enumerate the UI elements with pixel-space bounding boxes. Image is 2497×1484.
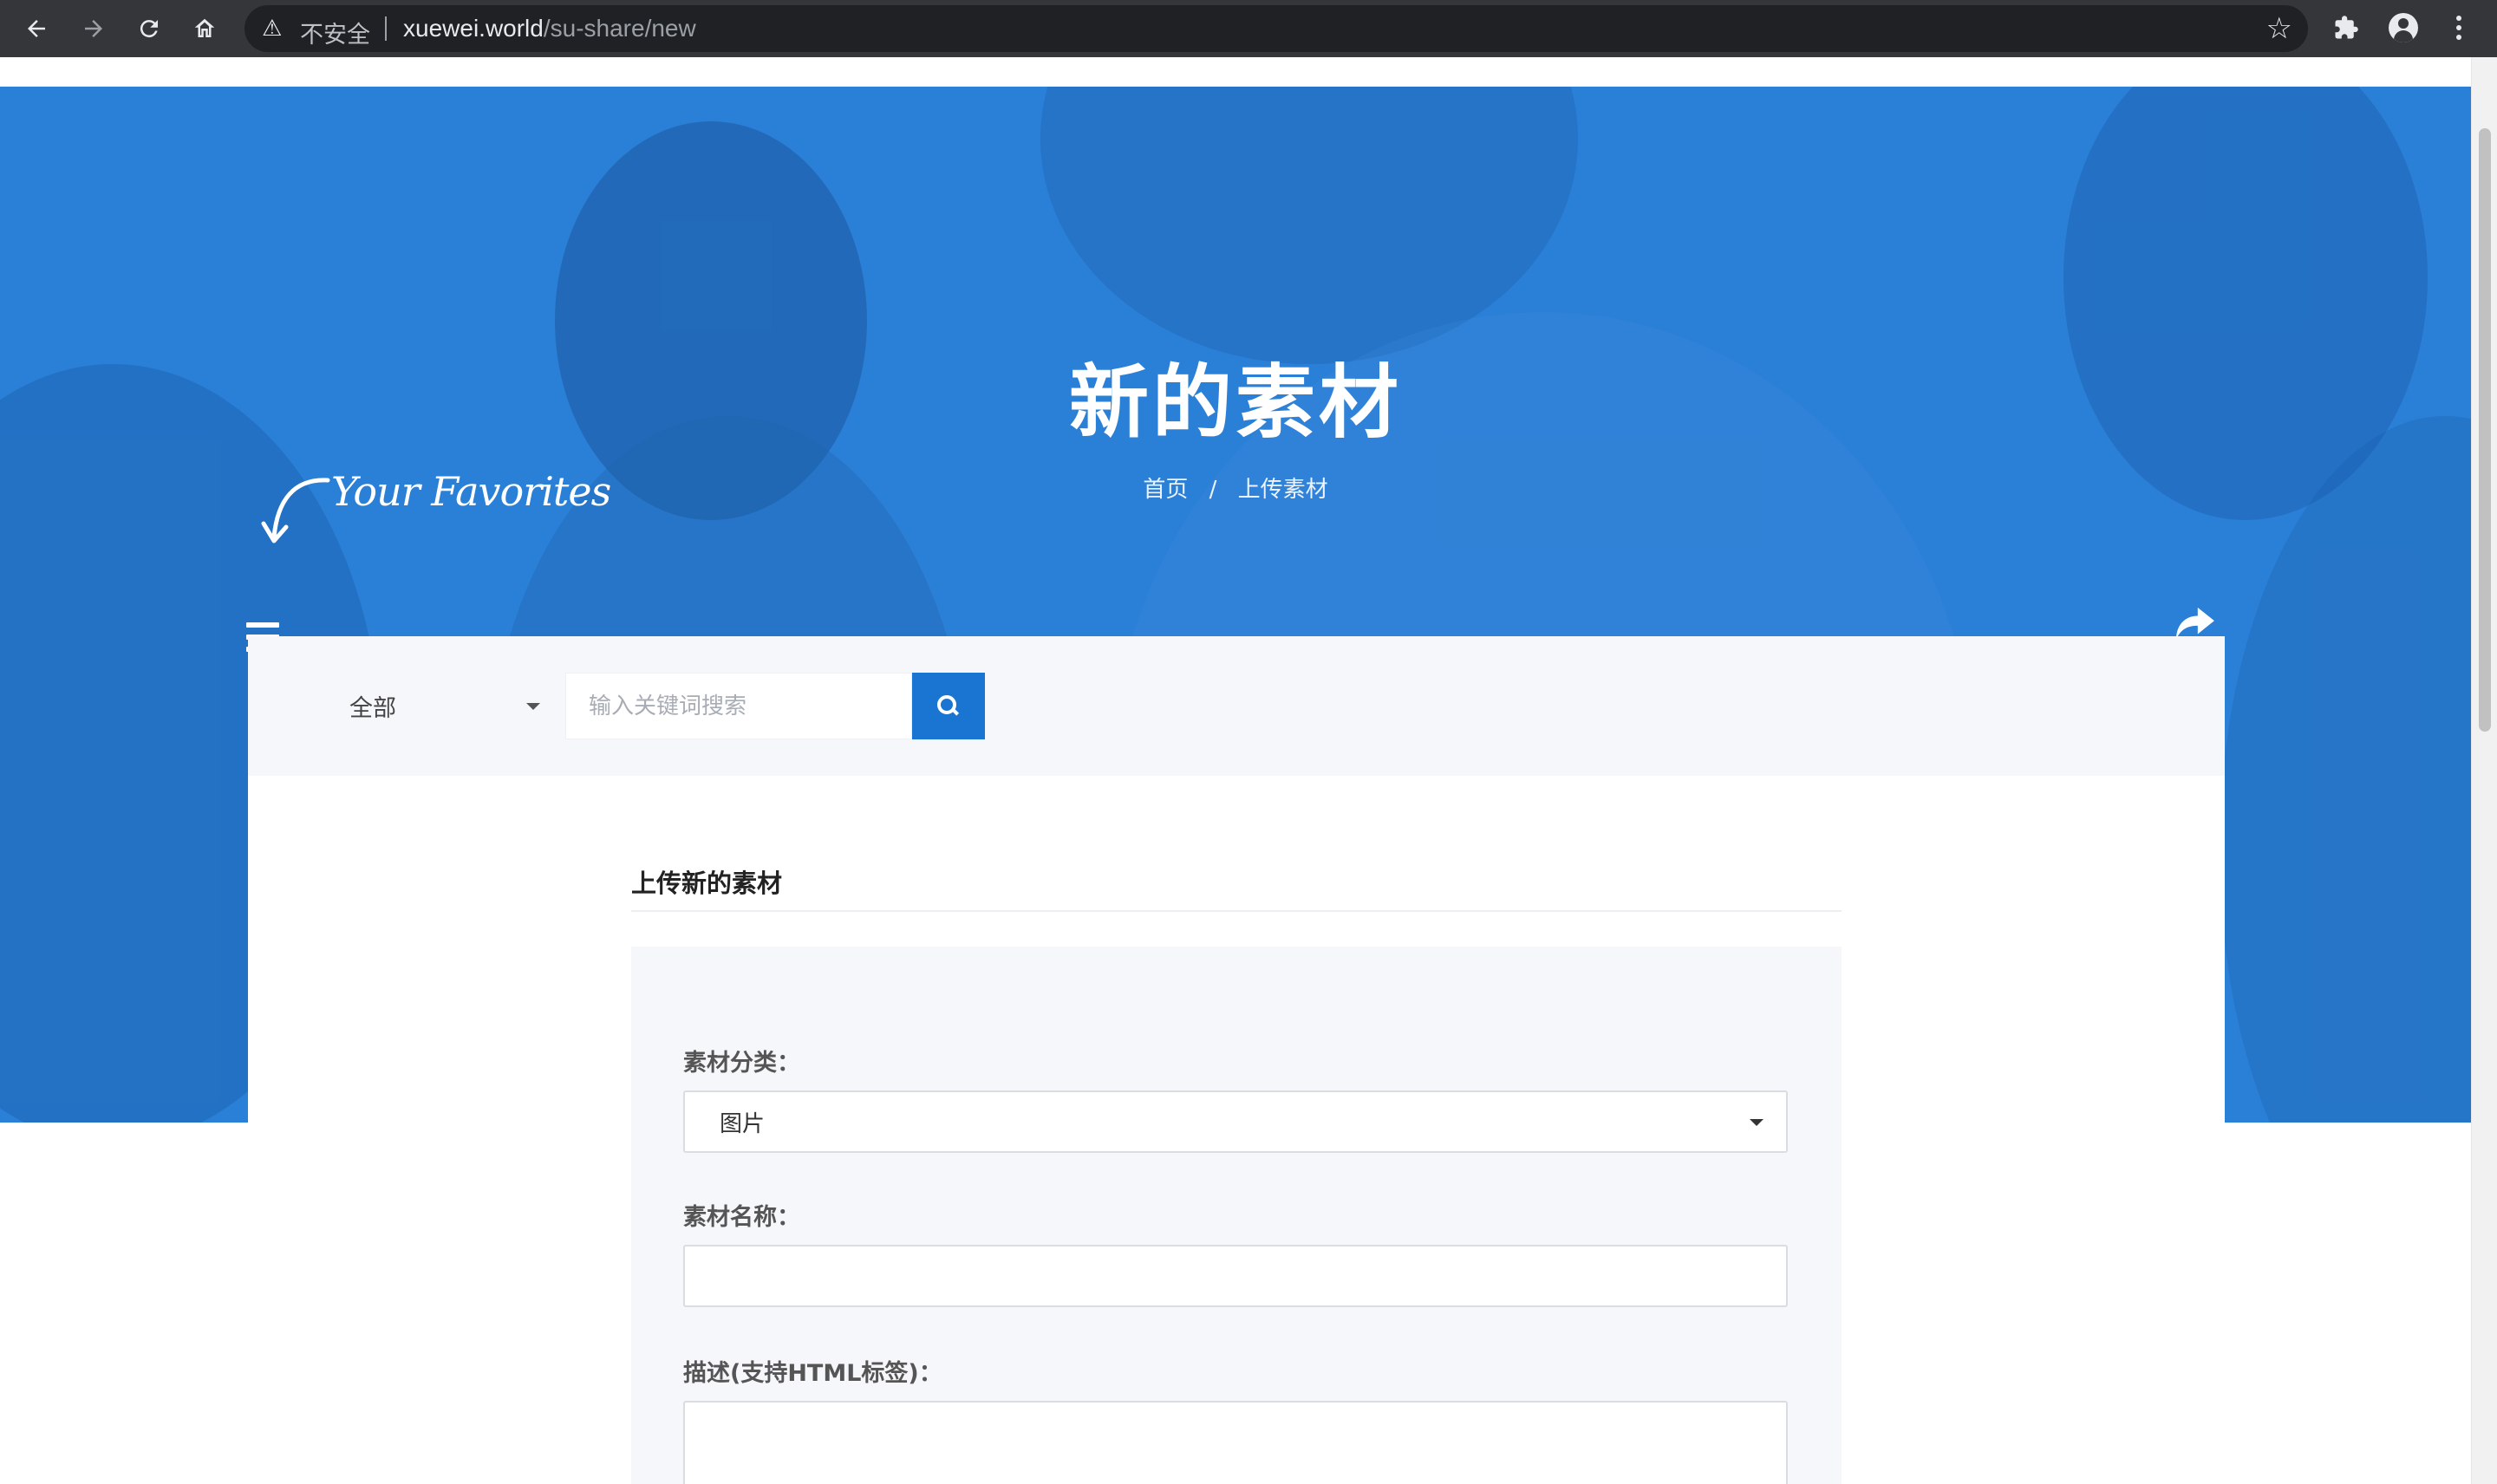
category-label: 素材分类： xyxy=(683,1050,800,1077)
search-bar: 全部 xyxy=(248,636,2225,776)
more-vert-icon[interactable] xyxy=(2442,10,2476,45)
browser-toolbar: ⚠ 不安全 xuewei.world/su-share/new ☆ xyxy=(0,0,2497,57)
profile-avatar-icon[interactable] xyxy=(2386,10,2421,45)
breadcrumb-current: 上传素材 xyxy=(1237,477,1328,503)
content-panel: 全部 上传新的素材 素材分类： 图片 素材名称： 描述(支持HTML标签)： xyxy=(248,636,2225,1484)
upload-form: 素材分类： 图片 素材名称： 描述(支持HTML标签)： xyxy=(631,947,1842,1484)
category-filter-select[interactable]: 全部 xyxy=(349,673,540,739)
security-status-label: 不安全 xyxy=(300,22,370,49)
breadcrumb-home-link[interactable]: 首页 xyxy=(1143,477,1188,503)
category-select-value: 图片 xyxy=(720,1110,766,1137)
search-icon xyxy=(937,694,960,718)
page-title: 新的素材 xyxy=(1068,356,1402,449)
curved-arrow-icon xyxy=(261,478,330,543)
url-host: xuewei.world xyxy=(403,15,544,42)
caret-down-icon xyxy=(526,703,540,710)
search-input[interactable] xyxy=(565,673,912,739)
divider xyxy=(631,910,1842,912)
scrollbar-thumb[interactable] xyxy=(2479,128,2491,732)
hero-bg-shade xyxy=(2220,416,2471,1123)
name-label: 素材名称： xyxy=(683,1204,800,1231)
description-label: 描述(支持HTML标签)： xyxy=(683,1360,942,1387)
home-icon[interactable] xyxy=(187,11,222,46)
reload-icon[interactable] xyxy=(132,11,166,46)
omnibox-separator xyxy=(385,16,387,41)
category-filter-value: 全部 xyxy=(349,695,396,722)
page-viewport: 新的素材 首页 / 上传素材 Your Favorites 全部 输入关键词搜索… xyxy=(0,57,2471,1484)
warning-icon: ⚠ xyxy=(262,16,283,42)
your-favorites-text: Your Favorites xyxy=(331,468,611,515)
section-title: 上传新的素材 xyxy=(631,869,783,898)
description-textarea[interactable] xyxy=(683,1401,1788,1484)
breadcrumb-separator: / xyxy=(1209,477,1217,503)
address-bar[interactable]: ⚠ 不安全 xuewei.world/su-share/new ☆ xyxy=(244,5,2308,52)
category-select[interactable]: 图片 xyxy=(683,1090,1788,1153)
star-icon[interactable]: ☆ xyxy=(2266,11,2292,46)
url-path: /su-share/new xyxy=(543,15,696,42)
back-arrow-icon[interactable] xyxy=(19,11,54,46)
caret-down-icon xyxy=(1750,1119,1764,1126)
extensions-puzzle-icon[interactable] xyxy=(2329,10,2363,45)
forward-arrow-icon[interactable] xyxy=(76,11,111,46)
top-navbar-strip xyxy=(0,57,2471,87)
url-text[interactable]: xuewei.world/su-share/new xyxy=(403,15,696,42)
page-scrollbar[interactable] xyxy=(2471,57,2497,1484)
search-button[interactable] xyxy=(912,673,985,739)
material-name-input[interactable] xyxy=(683,1245,1788,1307)
